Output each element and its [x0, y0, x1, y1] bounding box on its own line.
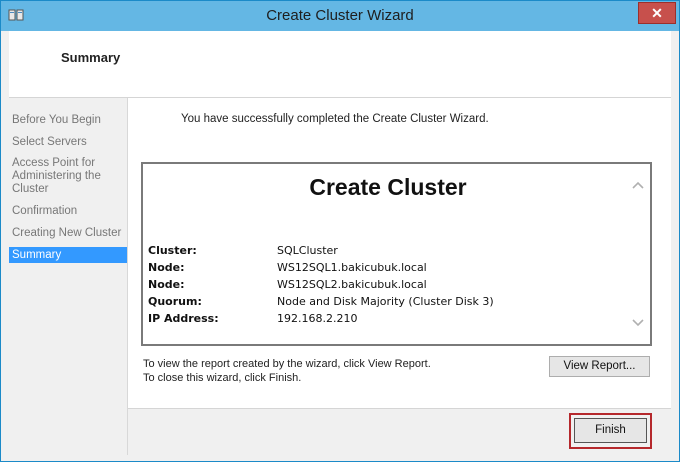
sidebar-item-select-servers[interactable]: Select Servers: [9, 136, 127, 149]
summary-report-box[interactable]: Create Cluster Cluster: SQLCluster Node:…: [141, 162, 652, 346]
wizard-steps-sidebar: Before You Begin Select Servers Access P…: [9, 98, 128, 455]
sidebar-item-summary[interactable]: Summary: [9, 247, 127, 263]
report-key: IP Address:: [148, 312, 219, 325]
sidebar-item-confirmation[interactable]: Confirmation: [9, 205, 127, 218]
title-bar[interactable]: Create Cluster Wizard ✕: [1, 1, 679, 31]
window-title: Create Cluster Wizard: [266, 7, 414, 24]
chevron-up-icon[interactable]: [631, 178, 645, 192]
close-button[interactable]: ✕: [638, 2, 676, 24]
hint-finish: To close this wizard, click Finish.: [143, 372, 302, 384]
view-report-button[interactable]: View Report...: [549, 356, 650, 377]
report-key: Quorum:: [148, 295, 202, 308]
chevron-down-icon[interactable]: [631, 316, 645, 330]
sidebar-item-before-you-begin[interactable]: Before You Begin: [9, 114, 127, 127]
report-value: 192.168.2.210: [277, 312, 358, 325]
success-message: You have successfully completed the Crea…: [181, 113, 489, 125]
close-icon: ✕: [651, 5, 663, 21]
main-content: You have successfully completed the Crea…: [128, 98, 671, 408]
report-value: Node and Disk Majority (Cluster Disk 3): [277, 295, 494, 308]
report-key: Node:: [148, 278, 185, 291]
report-value: WS12SQL1.bakicubuk.local: [277, 261, 427, 274]
page-title: Summary: [61, 50, 121, 65]
finish-button[interactable]: Finish: [574, 418, 647, 443]
report-value: WS12SQL2.bakicubuk.local: [277, 278, 427, 291]
report-heading: Create Cluster: [309, 174, 467, 200]
wizard-footer: Finish: [128, 408, 671, 456]
wizard-header: Summary: [9, 31, 671, 98]
report-value: SQLCluster: [277, 244, 338, 257]
report-key: Cluster:: [148, 244, 197, 257]
hint-view-report: To view the report created by the wizard…: [143, 358, 431, 370]
report-key: Node:: [148, 261, 185, 274]
sidebar-item-creating-new-cluster[interactable]: Creating New Cluster: [9, 227, 127, 240]
sidebar-item-access-point[interactable]: Access Point for Administering the Clust…: [9, 157, 117, 196]
wizard-window: Create Cluster Wizard ✕ Summary Before Y…: [0, 0, 680, 462]
